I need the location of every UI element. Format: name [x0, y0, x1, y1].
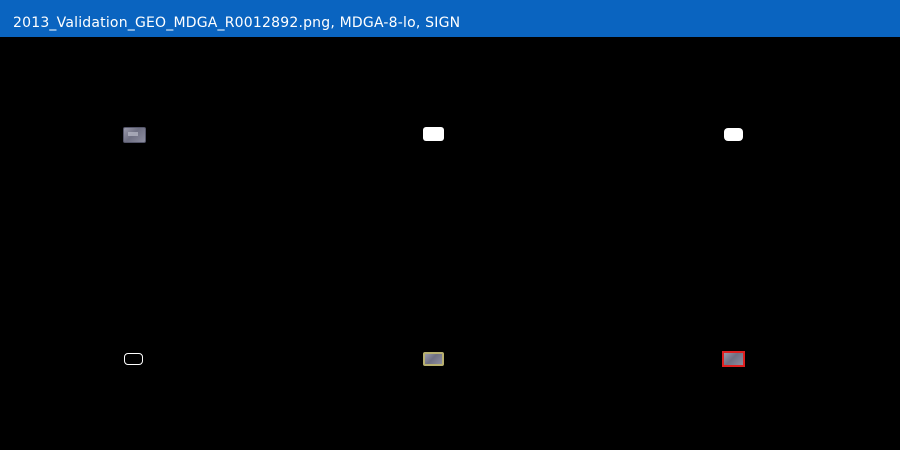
panel-mask-smoothed	[600, 37, 900, 243]
panel-image-crop	[0, 37, 300, 243]
sign-mask	[423, 127, 444, 141]
sign-mask-smoothed	[724, 128, 743, 141]
panel-overlay-red	[600, 244, 900, 450]
panel-mask-outline	[0, 244, 300, 450]
sign-overlay-red	[722, 351, 745, 367]
window-title: 2013_Validation_GEO_MDGA_R0012892.png, M…	[13, 15, 461, 31]
window-title-bar: 2013_Validation_GEO_MDGA_R0012892.png, M…	[0, 0, 900, 37]
sign-overlay	[423, 352, 444, 366]
sign-image	[123, 127, 146, 143]
panel-mask-filled	[300, 37, 600, 243]
sign-mask-outline	[124, 353, 143, 365]
image-grid	[0, 37, 900, 450]
panel-overlay-outline	[300, 244, 600, 450]
